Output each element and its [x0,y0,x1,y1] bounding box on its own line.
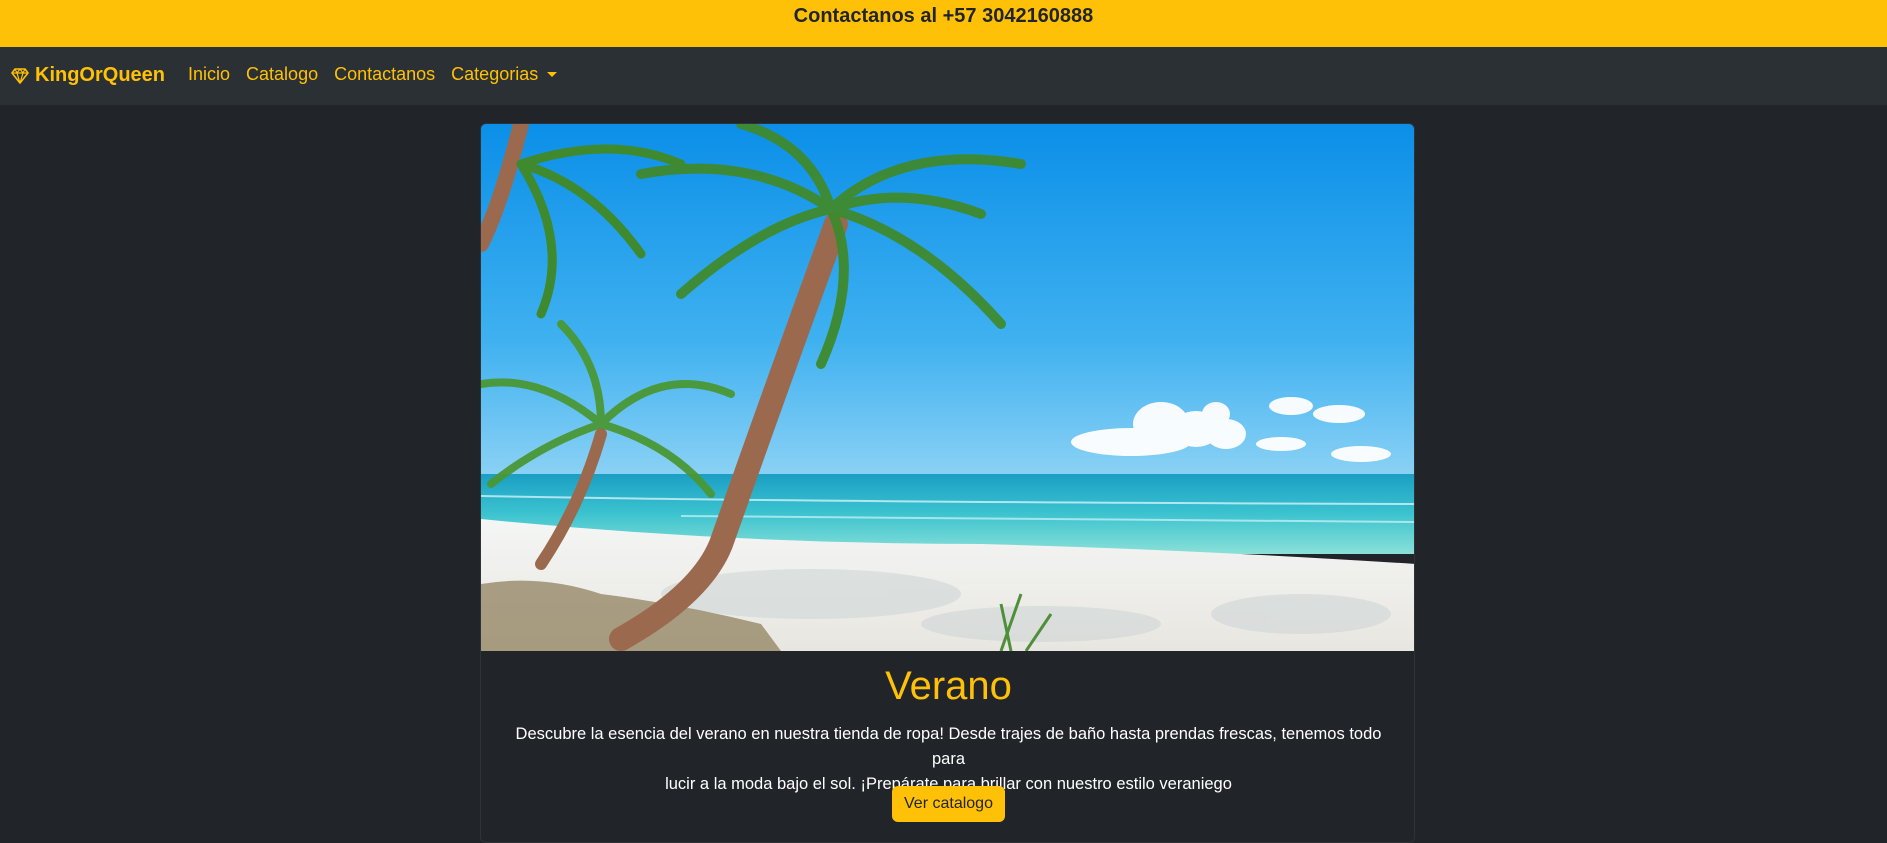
nav-dropdown-label: Categorias [451,64,539,84]
card-description-line-1: Descubre la esencia del verano en nuestr… [515,725,1382,768]
brand-link[interactable]: KingOrQueen [11,64,165,87]
caret-down-icon [547,72,558,77]
nav-link-inicio[interactable]: Inicio [188,64,230,85]
contact-banner-text: Contactanos al +57 3042160888 [793,5,1094,27]
nav-dropdown-categorias[interactable]: Categorias [451,64,558,85]
nav-link-catalogo[interactable]: Catalogo [246,64,318,85]
nav-link-contactanos[interactable]: Contactanos [334,64,435,85]
view-catalog-button[interactable]: Ver catalogo [892,786,1005,822]
nav-links: Inicio Catalogo Contactanos Categorias [188,64,558,85]
contact-banner: Contactanos al +57 3042160888 [0,0,1887,47]
navbar: KingOrQueen Inicio Catalogo Contactanos … [0,47,1887,105]
beach-hero-image [481,124,1414,651]
summer-card: Verano Descubre la esencia del verano en… [480,123,1415,843]
brand-name: KingOrQueen [35,64,166,86]
card-title: Verano [885,664,1012,708]
gem-icon [11,67,29,84]
